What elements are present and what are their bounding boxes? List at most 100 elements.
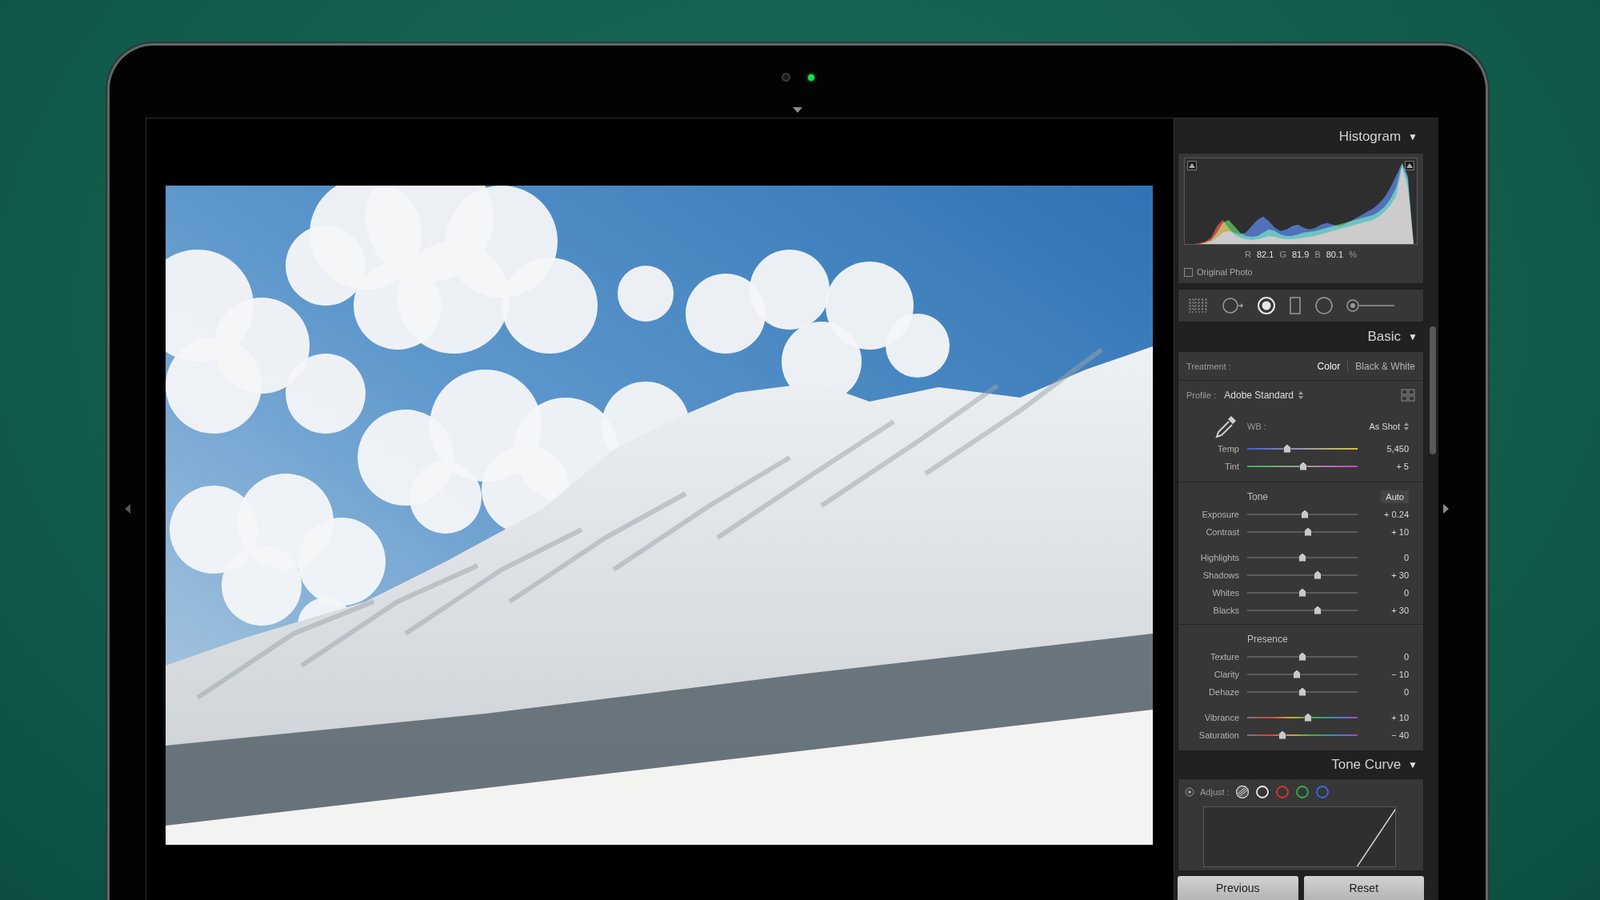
slider-track[interactable] [1247, 574, 1358, 576]
gradient-icon [1288, 296, 1302, 316]
collapse-toggle[interactable]: ▼ [1408, 331, 1418, 343]
slider-thumb-icon [1314, 605, 1322, 615]
camera-lens [781, 72, 791, 82]
panel-scrollbar[interactable] [1427, 118, 1439, 900]
slider-group: Exposure+ 0.24Contrast+ 10 [1178, 505, 1424, 541]
triangle-down-icon [792, 107, 803, 113]
tool-button[interactable] [1221, 296, 1244, 316]
slider-thumb[interactable] [1299, 588, 1307, 597]
slider-track[interactable] [1247, 531, 1358, 533]
up-down-arrows-icon [1404, 422, 1409, 431]
curve-channel-button[interactable] [1235, 784, 1250, 800]
background: Histogram▼R82.1G81.9B80.1%Original Photo… [0, 0, 1600, 900]
tool-button[interactable] [1314, 296, 1334, 316]
treatment-option[interactable]: Color [1317, 360, 1341, 372]
tone-curve-header[interactable]: Tone Curve▼ [1177, 751, 1424, 779]
eyedropper-icon[interactable] [1212, 412, 1240, 440]
slider-track[interactable] [1247, 691, 1358, 693]
slider-track[interactable] [1247, 556, 1358, 559]
checkbox[interactable] [1184, 268, 1193, 277]
tool-button[interactable] [1256, 296, 1276, 316]
slider-thumb[interactable] [1299, 552, 1307, 562]
profile-section: Profile :Adobe StandardWB :As ShotTemp5,… [1178, 380, 1424, 482]
slider-thumb-icon [1299, 687, 1307, 696]
slider-thumb-icon [1293, 669, 1301, 679]
slider-label: Exposure [1180, 509, 1240, 520]
panel-modules: Histogram▼R82.1G81.9B80.1%Original Photo… [1174, 118, 1428, 900]
slider-track[interactable] [1247, 592, 1358, 594]
slider-group: Texture0Clarity− 10Dehaze0 [1178, 648, 1424, 701]
slider-thumb[interactable] [1299, 652, 1307, 661]
slider-thumb[interactable] [1304, 712, 1312, 722]
profile-browser-grid-icon[interactable] [1400, 388, 1416, 402]
collapse-toggle[interactable]: ▼ [1408, 759, 1418, 771]
slider-thumb[interactable] [1314, 570, 1322, 580]
slider-track[interactable] [1247, 716, 1358, 719]
shadow-clipping-toggle[interactable] [1187, 160, 1197, 171]
target-adjust-icon[interactable] [1184, 787, 1195, 797]
slider-thumb[interactable] [1300, 461, 1308, 471]
slider-track[interactable] [1247, 734, 1358, 736]
histogram-header[interactable]: Histogram▼ [1177, 120, 1424, 153]
curve-channel-button[interactable] [1255, 784, 1270, 800]
slider-value[interactable]: + 30 [1365, 570, 1409, 580]
slider-value[interactable]: − 10 [1365, 669, 1409, 680]
highlight-clipping-toggle[interactable] [1404, 160, 1415, 171]
tool-button[interactable] [1346, 296, 1396, 316]
slider-track[interactable] [1247, 513, 1358, 516]
curve-channel-button[interactable] [1275, 784, 1290, 800]
wb-dropdown[interactable]: As Shot [1368, 421, 1409, 432]
curve-channel-button[interactable] [1295, 784, 1310, 800]
slider-thumb[interactable] [1293, 669, 1301, 679]
slider-thumb[interactable] [1299, 687, 1307, 696]
profile-dropdown[interactable]: Adobe Standard [1224, 389, 1304, 401]
right-panel-toggle[interactable] [1438, 117, 1486, 900]
presence-header: Presence [1178, 629, 1424, 648]
tone-header: ToneAuto [1178, 487, 1424, 506]
slider-value[interactable]: + 30 [1365, 605, 1409, 616]
top-panel-toggle[interactable] [792, 107, 803, 113]
slider-row: Highlights0 [1178, 548, 1424, 567]
slider-track[interactable] [1247, 656, 1358, 658]
panel-button[interactable]: Reset [1304, 876, 1425, 900]
curve-channel-button[interactable] [1315, 784, 1330, 800]
radial-icon [1314, 296, 1334, 316]
slider-thumb[interactable] [1283, 444, 1291, 453]
slider-value[interactable]: 0 [1365, 687, 1409, 697]
slider-value[interactable]: − 40 [1365, 730, 1409, 740]
treatment-option[interactable]: Black & White [1355, 360, 1416, 372]
tone-curve-graph[interactable] [1203, 806, 1396, 868]
right-panel: Histogram▼R82.1G81.9B80.1%Original Photo… [1173, 118, 1439, 900]
slider-label: Vibrance [1180, 712, 1240, 723]
slider-value[interactable]: 5,450 [1365, 444, 1409, 454]
slider-value[interactable]: + 0.24 [1365, 509, 1409, 520]
screen-row: Histogram▼R82.1G81.9B80.1%Original Photo… [109, 117, 1486, 900]
slider-value[interactable]: + 10 [1365, 527, 1409, 537]
slider-value[interactable]: 0 [1365, 588, 1409, 598]
slider-track[interactable] [1247, 673, 1358, 676]
slider-value[interactable]: 0 [1365, 652, 1409, 662]
slider-thumb[interactable] [1314, 605, 1322, 615]
slider-value[interactable]: + 10 [1365, 712, 1409, 723]
slider-value[interactable]: + 5 [1365, 461, 1409, 472]
slider-row: Saturation− 40 [1178, 726, 1424, 744]
tool-button[interactable] [1188, 296, 1209, 316]
scroll-thumb[interactable] [1429, 326, 1436, 455]
slider-thumb[interactable] [1304, 527, 1312, 536]
original-photo-checkbox[interactable]: Original Photo [1184, 267, 1418, 277]
redeye-icon [1256, 296, 1276, 316]
slider-track[interactable] [1247, 465, 1358, 468]
crop-icon [1188, 297, 1209, 314]
slider-thumb[interactable] [1279, 730, 1287, 740]
basic-header[interactable]: Basic▼ [1177, 322, 1424, 352]
left-panel-toggle[interactable] [109, 117, 146, 900]
panel-button[interactable]: Previous [1177, 876, 1299, 900]
slider-track[interactable] [1247, 609, 1358, 612]
readout-label: R [1244, 249, 1252, 260]
slider-track[interactable] [1247, 448, 1358, 450]
tool-button[interactable] [1288, 296, 1302, 316]
slider-value[interactable]: 0 [1365, 552, 1409, 563]
slider-thumb[interactable] [1300, 509, 1308, 519]
collapse-toggle[interactable]: ▼ [1408, 131, 1418, 143]
auto-button[interactable]: Auto [1380, 490, 1409, 504]
